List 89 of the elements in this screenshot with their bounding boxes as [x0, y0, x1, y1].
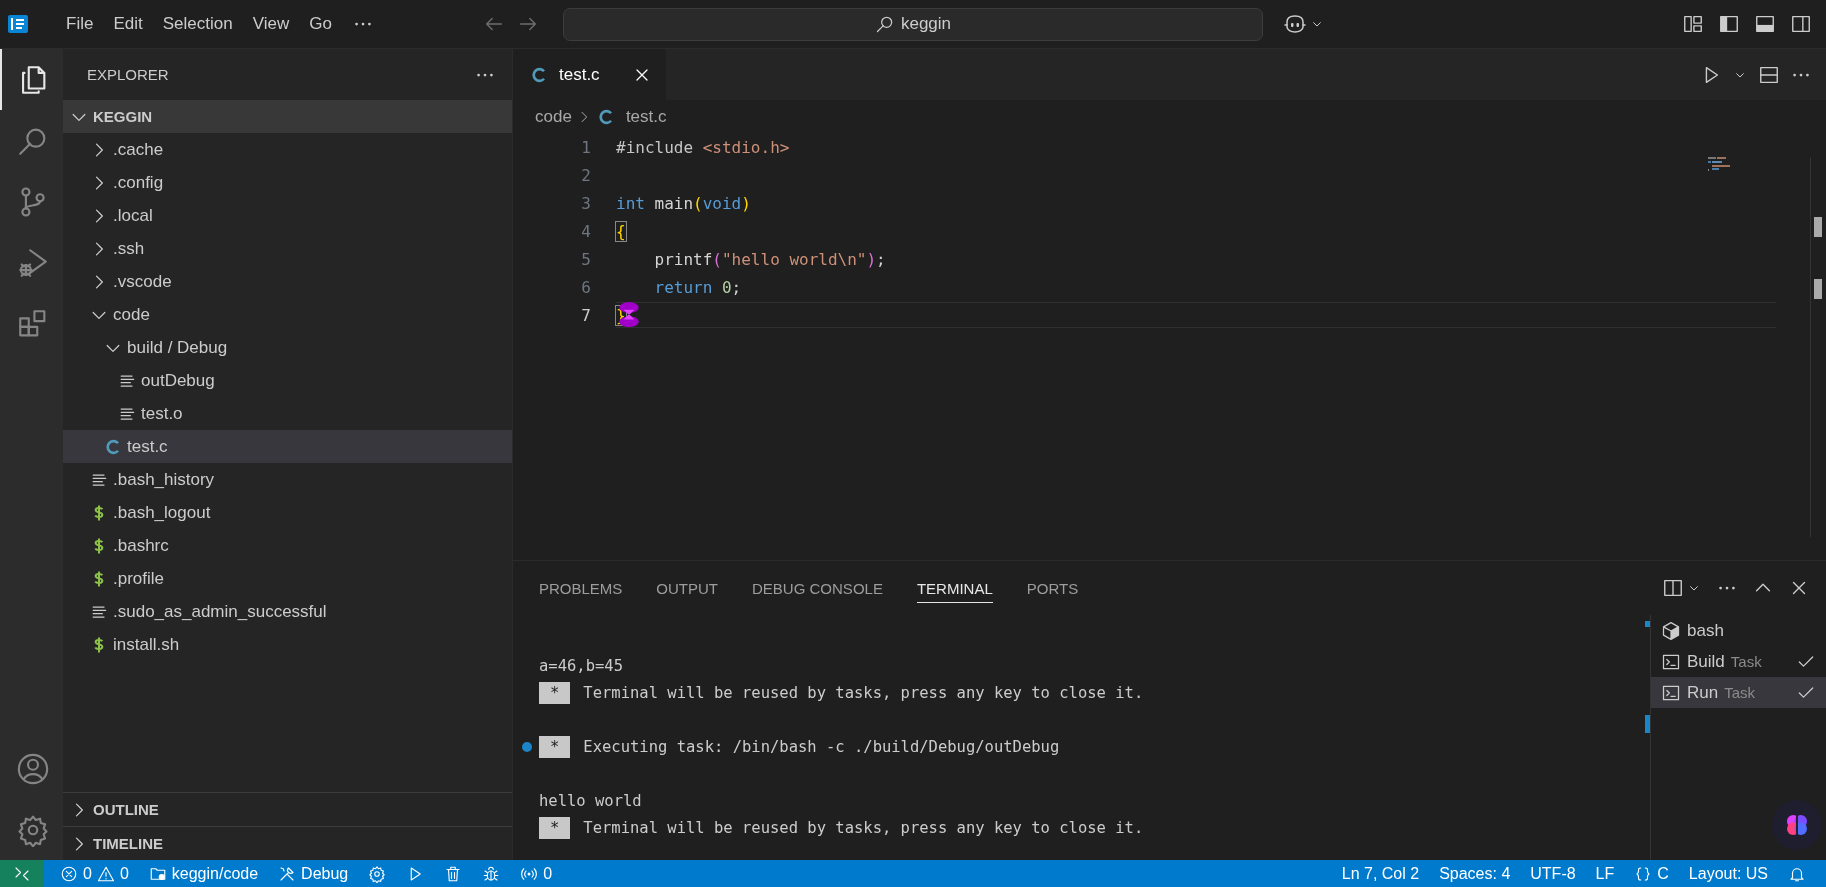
cube-icon: [1661, 620, 1681, 641]
warning-icon: [96, 864, 115, 883]
status-item[interactable]: Ln 7, Col 2: [1331, 860, 1430, 887]
terminal-line: hello world: [539, 791, 642, 810]
scrollbar-mark: [1645, 715, 1650, 733]
tree-item[interactable]: install.sh: [63, 628, 512, 661]
tree-item[interactable]: .bash_history: [63, 463, 512, 496]
task-badge: *: [539, 816, 571, 839]
terminal-line: Executing task: /bin/bash -c ./build/Debug/outDebug: [583, 737, 1060, 756]
robot-icon[interactable]: [1283, 12, 1307, 36]
terminal-line: Terminal will be reused by tasks, press any key to close it.: [583, 818, 1144, 837]
line-number: 3: [580, 193, 591, 213]
status-item[interactable]: UTF-8: [1520, 860, 1586, 887]
tree-item[interactable]: .sudo_as_admin_successful: [63, 595, 512, 628]
scrollbar-mark: [1645, 621, 1650, 627]
debug-config-status[interactable]: Debug: [268, 860, 359, 887]
tree-item[interactable]: test.o: [63, 397, 512, 430]
tree-item[interactable]: .profile: [63, 562, 512, 595]
panel-tab[interactable]: OUTPUT: [656, 573, 719, 603]
tree-item[interactable]: code: [63, 298, 512, 331]
task-badge: *: [539, 681, 571, 704]
line-number: 4: [580, 221, 591, 241]
status-item[interactable]: Layout: US: [1678, 860, 1778, 887]
terminal-line: a=46,b=45: [539, 656, 623, 675]
code-line: {: [616, 221, 627, 243]
line-number: 6: [580, 277, 591, 297]
line-number: 7: [580, 305, 591, 325]
split-terminal-icon[interactable]: [1662, 577, 1684, 599]
code-line: #include <stdio.h>: [616, 137, 791, 159]
task-badge: *: [539, 735, 571, 758]
panel-tab[interactable]: PORTS: [1026, 573, 1079, 603]
search-icon: [874, 14, 895, 34]
trash-icon[interactable]: [444, 864, 463, 883]
code-line: return 0;: [653, 277, 743, 299]
tree-item[interactable]: .vscode: [63, 265, 512, 298]
status-item[interactable]: LF: [1585, 860, 1625, 887]
layout-icon[interactable]: [1682, 13, 1704, 35]
tree-item[interactable]: .bashrc: [63, 529, 512, 562]
panel-tab[interactable]: DEBUG CONSOLE: [752, 573, 883, 603]
terminal-list-item[interactable]: Build Task: [1651, 646, 1826, 677]
error-icon: [60, 864, 78, 883]
line-number: 2: [580, 165, 591, 185]
menu-item[interactable]: File: [56, 8, 104, 40]
tree-item[interactable]: test.c: [63, 430, 512, 463]
panel-toggle-icon[interactable]: [1754, 13, 1776, 35]
tree-item[interactable]: outDebug: [63, 364, 512, 397]
tree-item[interactable]: .local: [63, 199, 512, 232]
status-item[interactable]: Spaces: 4: [1429, 860, 1521, 887]
tree-item[interactable]: build / Debug: [63, 331, 512, 364]
breadcrumb-item[interactable]: code: [535, 106, 572, 127]
tree-item[interactable]: .config: [63, 166, 512, 199]
menu-item[interactable]: Go: [299, 8, 342, 40]
tools-icon: [278, 864, 297, 883]
line-number: 1: [580, 137, 591, 157]
secondary-sidebar-icon[interactable]: [1790, 13, 1812, 35]
tree-item[interactable]: .ssh: [63, 232, 512, 265]
folder-header[interactable]: KEGGIN: [63, 100, 512, 133]
menu-item[interactable]: View: [242, 8, 300, 40]
app-logo-icon: [6, 12, 30, 36]
language-status[interactable]: C: [1624, 860, 1679, 887]
breadcrumb-item[interactable]: test.c: [625, 106, 667, 127]
section-header[interactable]: OUTLINE: [63, 792, 512, 826]
code-line: printf("hello world\n");: [653, 249, 887, 271]
minimap-drawing: [1708, 157, 1730, 171]
settings-icon[interactable]: [368, 864, 387, 883]
tree-item[interactable]: .bash_logout: [63, 496, 512, 529]
code-line: int main(void): [616, 193, 752, 215]
problems-status[interactable]: 0 0: [50, 860, 139, 887]
line-number: 5: [580, 249, 591, 269]
brain-button[interactable]: [1772, 800, 1822, 850]
terminal-line: Terminal will be reused by tasks, press any key to close it.: [583, 683, 1144, 702]
terminal-list-item[interactable]: Run Task: [1651, 677, 1826, 708]
item-detail: Task: [1724, 684, 1756, 701]
sidebar-title: EXPLORER: [87, 66, 169, 83]
bug-icon[interactable]: [482, 864, 501, 883]
ports-status[interactable]: 0: [510, 860, 563, 887]
account-icon[interactable]: [15, 751, 50, 786]
sidebar-toggle-icon[interactable]: [1718, 13, 1740, 35]
folder-status[interactable]: keggin/code: [138, 860, 269, 887]
cursor-decoration-icon: [616, 301, 642, 327]
menu-item[interactable]: Selection: [152, 8, 243, 40]
tree-item[interactable]: .cache: [63, 133, 512, 166]
editor-tab[interactable]: test.c: [513, 49, 667, 100]
menu-item[interactable]: Edit: [103, 8, 153, 40]
terminal-list-item[interactable]: bash: [1651, 615, 1826, 646]
panel-tab[interactable]: TERMINAL: [916, 573, 993, 603]
panel-tab[interactable]: PROBLEMS: [539, 573, 623, 603]
command-center-search[interactable]: keggin: [563, 7, 1263, 41]
item-detail: Task: [1730, 653, 1762, 670]
